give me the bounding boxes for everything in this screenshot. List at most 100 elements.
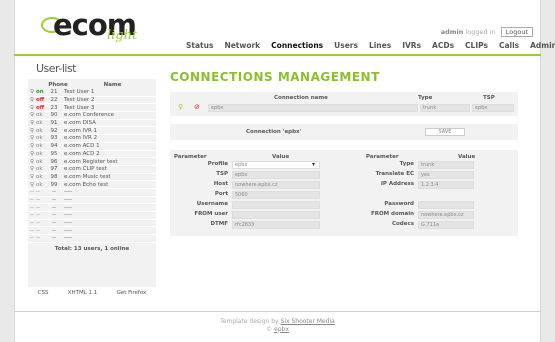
user-phone: 91 [50,120,58,127]
user-phone: 96 [50,158,58,165]
user-phone: -- [52,196,56,203]
user-row[interactable]: ♀ on 21 Test User 1 [28,89,156,97]
user-row[interactable]: -- -- -- ---- [28,220,156,228]
param-label: DTMF [210,221,228,227]
param-value-input[interactable]: trunk [418,161,474,169]
user-row[interactable]: ♀ ok 97 e.com CLIP test [28,166,156,174]
logout-button[interactable]: Logout [500,27,533,37]
user-row[interactable]: ♀ ok 95 e.com ACD 2 [28,151,156,159]
user-name: ---- [64,212,72,219]
user-name: ---- [64,196,72,203]
top-nav: Status Network Connections Users Lines IVRs AC… [186,41,555,50]
user-status: ok [36,158,43,165]
user-name: ---- [64,204,72,211]
param-value-input[interactable] [232,201,320,209]
user-row[interactable]: ♀ ok 96 e.com Register test [28,158,156,166]
user-status: -- [36,204,40,211]
param-label: Username [196,201,228,207]
param-label: Translate EC [375,171,414,177]
user-status: ok [36,127,43,134]
user-name: e.com Conference [64,112,115,119]
nav-users[interactable]: Users [334,41,358,50]
nav-connections[interactable]: Connections [271,41,323,50]
param-value-input[interactable] [418,201,474,209]
user-status: ok [36,150,43,157]
name-header: Name [103,82,122,88]
empty-slot: -- [30,220,34,227]
value-header-right: Value [458,154,476,160]
footer-designer-link[interactable]: Six Shooter Media [281,318,335,325]
firefox-link[interactable]: Get Firefox [117,290,147,296]
user-status: -- [36,196,40,203]
user-row[interactable]: -- -- -- ---- [28,204,156,212]
param-value-input[interactable]: epbx [232,171,320,179]
user-row[interactable]: -- -- -- ---- [28,197,156,205]
param-value-input[interactable]: yes [418,171,474,179]
nav-ivrs[interactable]: IVRs [402,41,421,50]
param-value-input[interactable]: nowhere.epbx.cz [418,211,474,219]
user-row[interactable]: ♀ off 22 Test User 2 [28,97,156,105]
user-name: e.com IVR 2 [64,135,98,142]
user-name: e.com Music test [64,173,111,180]
save-button[interactable]: SAVE [425,128,465,136]
user-phone: -- [52,235,56,242]
param-label: Profile [207,161,228,167]
user-row[interactable]: ♀ ok 94 e.com ACD 1 [28,143,156,151]
value-header-left: Value [272,154,290,160]
conn-type-header: Type [418,95,433,101]
css-link[interactable]: CSS [38,290,49,296]
chevron-down-icon[interactable]: ▾ [312,161,315,168]
user-row[interactable]: -- -- -- ---- [28,227,156,236]
nav-network[interactable]: Network [224,41,260,50]
user-name: ---- [64,220,72,227]
profile-select[interactable]: epbx [232,161,320,169]
user-row[interactable]: ♀ ok 93 e.com IVR 2 [28,135,156,143]
conn-tsp-header: TSP [483,95,495,101]
user-row[interactable]: -- -- -- ---- [28,189,156,197]
user-status: ok [36,112,43,119]
user-list-header: Phone Name [28,81,156,89]
connection-edit-bar: Connection 'epbx' SAVE [170,124,518,140]
user-row[interactable]: ♀ ok 91 e.com DISA [28,120,156,128]
nav-status[interactable]: Status [186,41,213,50]
param-value-input[interactable]: G.711a [418,221,474,229]
logo: ecom light [41,8,143,48]
user-phone: -- [52,204,56,211]
param-label: Port [214,191,228,197]
nav-acds[interactable]: ACDs [432,41,454,50]
connections-list: Connection name Type TSP ♀ ⊘ epbx trunk … [170,92,518,116]
lightbulb-icon[interactable]: ♀ [178,103,183,111]
phone-icon: ♀ [29,104,35,111]
xhtml-link[interactable]: XHTML 1.1 [68,290,98,296]
param-value-input[interactable] [232,211,320,219]
user-status: ok [36,173,43,180]
user-phone: 21 [50,89,58,96]
param-value-input[interactable]: 5060 [232,191,320,199]
user-phone: 97 [50,166,58,173]
user-row[interactable]: -- -- -- ---- [28,212,156,220]
param-value-input[interactable]: nowhere.epbx.cz [232,181,320,189]
user-row[interactable]: ♀ ok 99 e.com Echo test [28,181,156,189]
connection-row[interactable]: ♀ ⊘ epbx trunk epbx [174,103,514,112]
user-phone: 22 [50,97,58,104]
phone-icon: ♀ [29,127,35,134]
user-name: ---- [64,227,72,234]
phone-icon: ♀ [29,89,35,96]
conn-tsp: epbx [472,104,514,112]
user-row[interactable]: -- -- -- ---- [28,235,156,243]
nav-lines[interactable]: Lines [369,41,391,50]
user-row[interactable]: ♀ ok 92 e.com IVR 1 [28,127,156,136]
logo-sub: light [107,28,138,43]
footer-epbx-link[interactable]: epbx [274,326,289,333]
nav-admin[interactable]: Admin [530,41,555,50]
param-value-input[interactable]: 1.2.3.4 [418,181,474,189]
nav-clips[interactable]: CLIPs [465,41,488,50]
param-value-input[interactable]: rfc2833 [232,221,320,229]
user-status: ok [36,181,43,188]
login-text: logged in [465,28,496,36]
user-row[interactable]: ♀ off 23 Test User 3 [28,104,156,113]
user-row[interactable]: ♀ ok 90 e.com Conference [28,112,156,120]
user-row[interactable]: ♀ ok 98 e.com Music test [28,174,156,182]
nav-calls[interactable]: Calls [499,41,519,50]
delete-icon[interactable]: ⊘ [194,103,200,111]
